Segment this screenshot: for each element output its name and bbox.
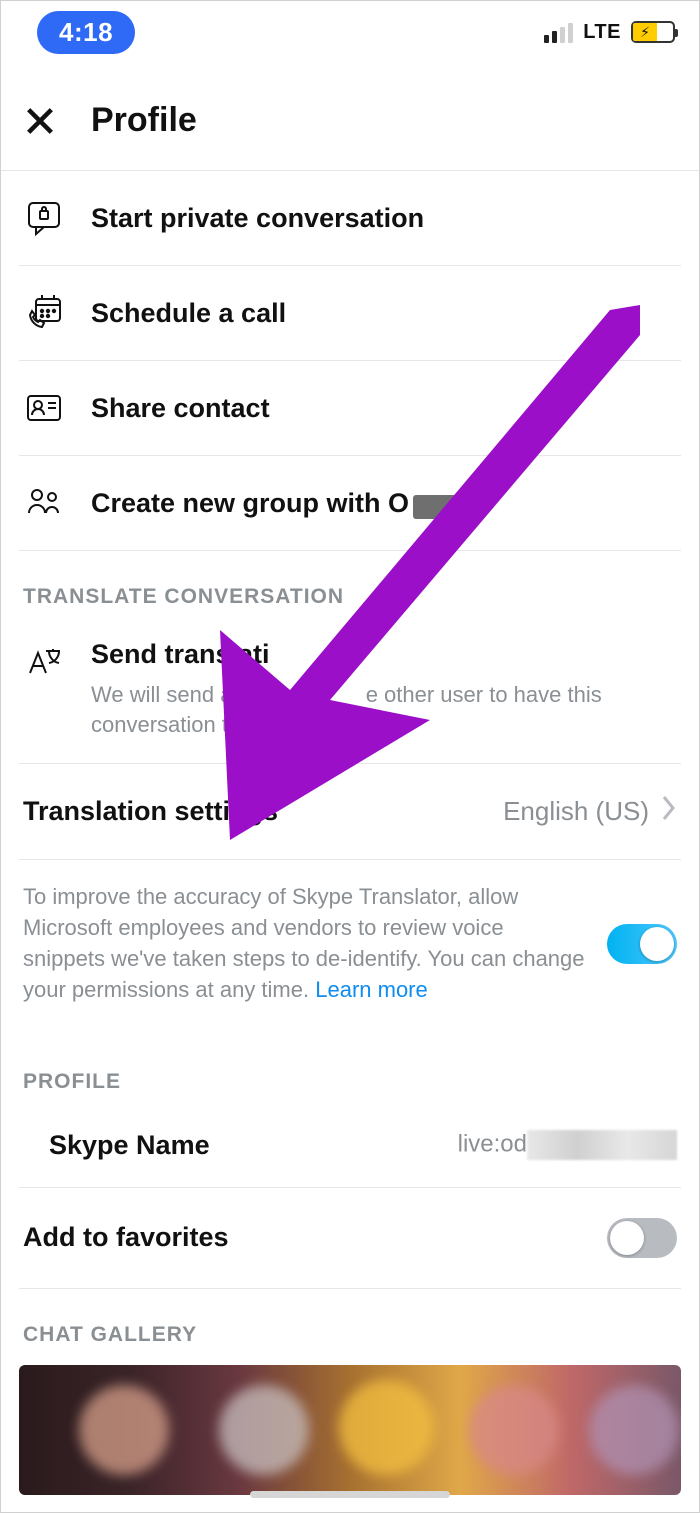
status-right: LTE ⚡︎ xyxy=(544,21,675,44)
redacted-username xyxy=(527,1130,677,1160)
section-translate: TRANSLATE CONVERSATION xyxy=(1,551,699,619)
contact-card-icon xyxy=(23,387,65,429)
row-label: Add to favorites xyxy=(23,1222,229,1253)
chat-gallery-strip[interactable] xyxy=(19,1365,681,1495)
row-translation-settings[interactable]: Translation settings English (US) xyxy=(1,764,699,859)
calendar-call-icon xyxy=(23,292,65,334)
signal-icon xyxy=(544,21,573,43)
row-label: Translation settings xyxy=(23,796,278,827)
group-icon xyxy=(23,482,65,524)
row-send-translation[interactable]: Send translati We will send an i e other… xyxy=(1,619,699,763)
row-label: Start private conversation xyxy=(91,203,424,234)
home-indicator[interactable] xyxy=(250,1491,450,1498)
row-skype-name[interactable]: Skype Name live:od xyxy=(1,1104,699,1187)
section-chat-gallery: CHAT GALLERY xyxy=(1,1289,699,1357)
close-icon[interactable] xyxy=(23,104,57,138)
battery-icon: ⚡︎ xyxy=(631,21,675,43)
row-label: Share contact xyxy=(91,393,270,424)
consent-toggle[interactable] xyxy=(607,924,677,964)
status-bar: 4:18 LTE ⚡︎ xyxy=(1,1,699,63)
status-time: 4:18 xyxy=(37,11,135,54)
row-create-group[interactable]: Create new group with O xyxy=(1,456,699,550)
row-add-favorites[interactable]: Add to favorites xyxy=(1,1188,699,1288)
redacted-name xyxy=(413,495,473,519)
section-profile: PROFILE xyxy=(1,1036,699,1104)
learn-more-link[interactable]: Learn more xyxy=(315,977,428,1002)
translation-value: English (US) xyxy=(503,796,649,827)
translate-icon xyxy=(23,643,65,683)
lock-chat-icon xyxy=(23,197,65,239)
row-label: Create new group with O xyxy=(91,488,473,519)
row-start-private[interactable]: Start private conversation xyxy=(1,171,699,265)
network-label: LTE xyxy=(583,21,621,44)
row-translator-consent: To improve the accuracy of Skype Transla… xyxy=(1,860,699,1035)
row-desc: We will send an i e other user to have t… xyxy=(91,680,677,739)
chevron-right-icon xyxy=(661,794,677,829)
row-label: Send translati xyxy=(91,639,677,670)
row-schedule-call[interactable]: Schedule a call xyxy=(1,266,699,360)
row-label: Schedule a call xyxy=(91,298,286,329)
page-title: Profile xyxy=(91,101,197,140)
skype-name-value: live:od xyxy=(458,1130,677,1160)
favorites-toggle[interactable] xyxy=(607,1218,677,1258)
row-label: Skype Name xyxy=(49,1130,432,1161)
header: Profile xyxy=(1,63,699,170)
row-share-contact[interactable]: Share contact xyxy=(1,361,699,455)
consent-text: To improve the accuracy of Skype Transla… xyxy=(23,882,587,1005)
